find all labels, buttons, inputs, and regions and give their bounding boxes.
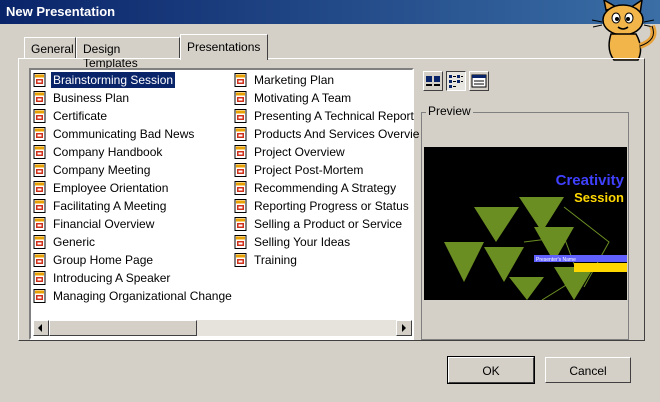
presentation-file-icon	[234, 91, 247, 105]
presentation-file-icon	[234, 73, 247, 87]
template-item-label: Reporting Progress or Status	[254, 199, 409, 213]
list-view-button[interactable]	[446, 71, 466, 91]
slide-title: Creativity	[556, 172, 625, 189]
template-item-label: Brainstorming Session	[51, 72, 176, 88]
presentation-file-icon	[33, 127, 46, 141]
slide-subtitle: Session	[574, 190, 624, 205]
preview-label: Preview	[426, 104, 473, 118]
horizontal-scrollbar[interactable]	[33, 320, 412, 336]
presentation-file-icon	[234, 199, 247, 213]
template-item-label: Selling a Product or Service	[254, 217, 403, 231]
presentation-file-icon	[234, 163, 247, 177]
scroll-left-button[interactable]	[33, 320, 49, 336]
presentation-file-icon	[234, 253, 247, 267]
presentation-file-icon	[33, 289, 46, 303]
template-item-label: Marketing Plan	[254, 73, 335, 87]
large-icons-view-button[interactable]	[423, 71, 443, 91]
template-item-label: Project Post-Mortem	[254, 163, 364, 177]
presentation-file-icon	[33, 181, 46, 195]
template-item-label: Selling Your Ideas	[254, 235, 351, 249]
cancel-button[interactable]: Cancel	[545, 357, 631, 383]
presentation-file-icon	[234, 217, 247, 231]
template-item-label: Company Handbook	[53, 145, 163, 159]
presentation-file-icon	[33, 145, 46, 159]
tab-presentations[interactable]: Presentations	[180, 34, 268, 60]
template-item-label: Training	[254, 253, 297, 267]
details-view-icon	[471, 74, 487, 88]
office-assistant-cat-icon[interactable]	[566, 0, 660, 62]
template-item-label: Motivating A Team	[254, 91, 352, 105]
presentation-file-icon	[234, 145, 247, 159]
template-item-label: Financial Overview	[53, 217, 155, 231]
details-view-button[interactable]	[469, 71, 489, 91]
preview-slide: Creativity Session Presenter's Name	[424, 147, 627, 300]
template-list[interactable]: Brainstorming Session Business Plan Certif…	[29, 68, 419, 340]
arrow-right-icon	[402, 324, 406, 332]
template-item-label: Products And Services Overvie	[254, 127, 420, 141]
template-item-label: Company Meeting	[53, 163, 151, 177]
template-item-label: Communicating Bad News	[53, 127, 195, 141]
arrow-left-icon	[38, 324, 42, 332]
template-item-label: Generic	[53, 235, 96, 249]
presentation-file-icon	[33, 73, 46, 87]
presentation-file-icon	[33, 163, 46, 177]
template-item-label: Facilitating A Meeting	[53, 199, 167, 213]
new-presentation-dialog: New Presentation General Design Template…	[0, 0, 660, 402]
tab-general[interactable]: General	[24, 37, 76, 59]
presentation-file-icon	[33, 271, 46, 285]
presentation-file-icon	[33, 253, 46, 267]
template-item-label: Presenting A Technical Report	[254, 109, 414, 123]
template-item-label: Group Home Page	[53, 253, 154, 267]
template-item-label: Project Overview	[254, 145, 345, 159]
presentation-file-icon	[33, 91, 46, 105]
template-item-label: Recommending A Strategy	[254, 181, 397, 195]
large-icons-view-icon	[426, 76, 440, 86]
presentation-file-icon	[234, 109, 247, 123]
template-item-label: Business Plan	[53, 91, 130, 105]
template-item-label: Introducing A Speaker	[53, 271, 171, 285]
presentation-file-icon	[33, 109, 46, 123]
slide-presenter-name: Presenter's Name	[536, 257, 576, 263]
presentation-file-icon	[33, 199, 46, 213]
template-item-label: Certificate	[53, 109, 108, 123]
scroll-thumb[interactable]	[49, 320, 197, 336]
title-bar[interactable]: New Presentation	[0, 0, 660, 24]
window-title: New Presentation	[6, 4, 116, 19]
presentation-file-icon	[33, 235, 46, 249]
template-item-label: Employee Orientation	[53, 181, 169, 195]
presentation-file-icon	[33, 217, 46, 231]
scroll-right-button[interactable]	[396, 320, 412, 336]
tab-design-templates[interactable]: Design Templates	[76, 37, 180, 70]
list-view-icon	[449, 75, 463, 88]
presentation-file-icon	[234, 127, 247, 141]
presentation-file-icon	[234, 181, 247, 195]
ok-button[interactable]: OK	[447, 356, 535, 384]
presentation-file-icon	[234, 235, 247, 249]
template-item-label: Managing Organizational Change	[53, 289, 232, 303]
